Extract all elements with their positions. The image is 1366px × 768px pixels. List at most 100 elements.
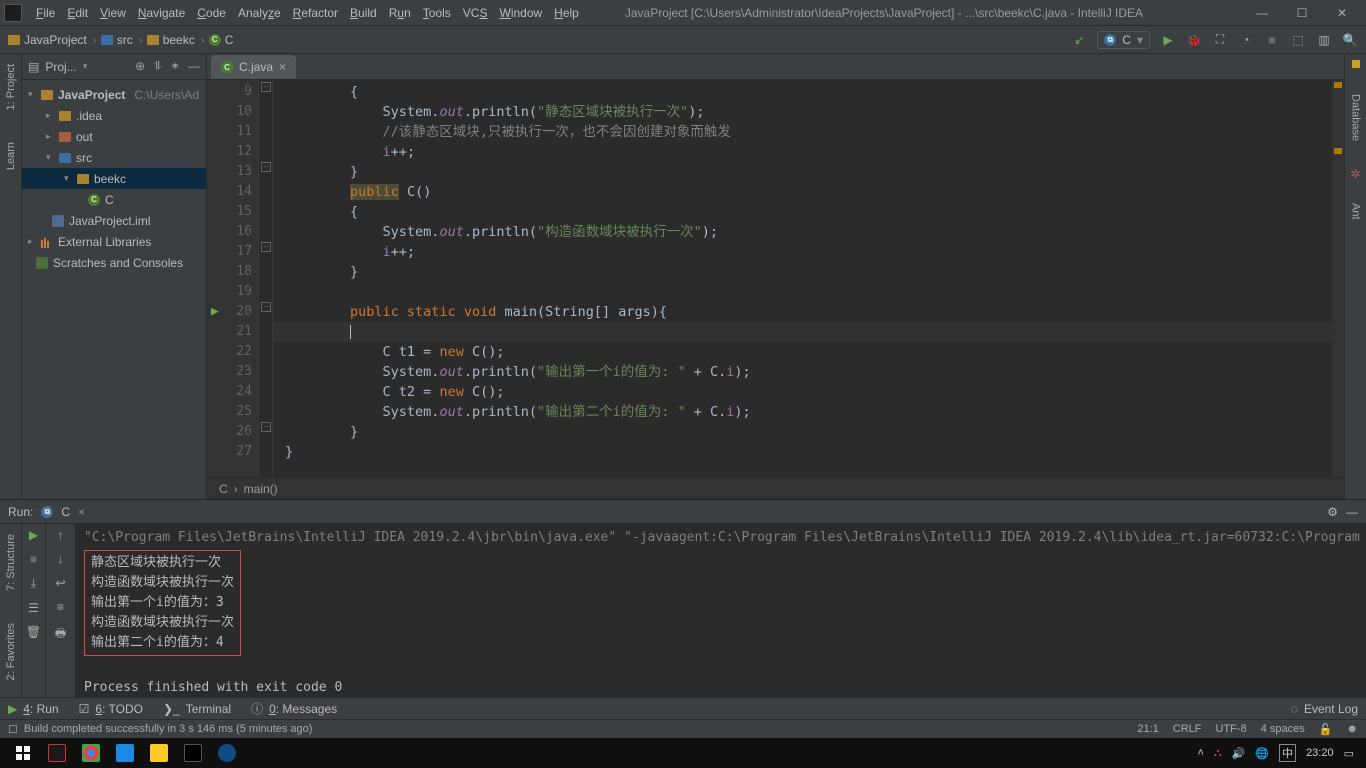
indent-setting[interactable]: 4 spaces: [1261, 723, 1305, 735]
print-icon[interactable]: 🖶: [55, 624, 66, 645]
menu-refactor[interactable]: Refactor: [287, 4, 344, 22]
build-icon[interactable]: ↙: [1071, 32, 1087, 48]
profile-button[interactable]: ◔: [1238, 32, 1254, 48]
tree-idea[interactable]: ▸.idea: [22, 105, 206, 126]
panel-select-icon[interactable]: ▤: [28, 60, 39, 74]
taskbar-chrome[interactable]: [74, 738, 108, 768]
coverage-button[interactable]: ⛶: [1212, 32, 1228, 48]
error-stripe[interactable]: [1332, 80, 1344, 477]
fold-toggle[interactable]: −: [261, 82, 271, 92]
search-everywhere-icon[interactable]: 🔍: [1342, 32, 1358, 48]
window-minimize-button[interactable]: —: [1242, 1, 1282, 25]
rail-structure[interactable]: 7: Structure: [5, 528, 17, 597]
database-icon[interactable]: [1352, 60, 1360, 68]
run-config-selector[interactable]: ⧉ C ▾: [1097, 31, 1150, 49]
dump-icon[interactable]: ☰: [28, 601, 39, 615]
debug-button[interactable]: 🐞: [1186, 32, 1202, 48]
up-icon[interactable]: ↑: [58, 528, 64, 542]
tray-clock[interactable]: 23:20: [1306, 747, 1334, 759]
crumb-class[interactable]: C: [219, 482, 228, 496]
rail-database[interactable]: Database: [1350, 88, 1362, 147]
tray-people-icon[interactable]: ⛬: [1214, 747, 1222, 760]
tray-notifications-icon[interactable]: ▭: [1344, 747, 1354, 760]
tree-root[interactable]: ▾JavaProjectC:\Users\Ad: [22, 84, 206, 105]
hector-icon[interactable]: ☻: [1346, 723, 1358, 735]
close-icon[interactable]: ×: [279, 60, 286, 74]
wrap-icon[interactable]: ↩: [55, 576, 65, 590]
menu-vcs[interactable]: VCS: [457, 4, 494, 22]
exit-icon[interactable]: ⤓: [31, 576, 36, 591]
taskbar-app2[interactable]: [210, 738, 244, 768]
fold-column[interactable]: − − − − −: [259, 80, 273, 477]
taskbar-intellij[interactable]: [176, 738, 210, 768]
menu-file[interactable]: File: [30, 4, 61, 22]
fold-toggle[interactable]: −: [261, 302, 271, 312]
tray-ime[interactable]: 中: [1279, 744, 1296, 762]
chevron-right-icon[interactable]: ▸: [28, 236, 36, 247]
chevron-right-icon[interactable]: ▸: [46, 131, 54, 142]
rail-learn[interactable]: Learn: [5, 136, 17, 176]
chevron-down-icon[interactable]: ▾: [83, 61, 88, 72]
chevron-down-icon[interactable]: ▾: [28, 89, 36, 100]
menu-navigate[interactable]: Navigate: [132, 4, 191, 22]
menu-window[interactable]: Window: [493, 4, 548, 22]
locate-icon[interactable]: ⊕: [135, 59, 145, 74]
hide-icon[interactable]: —: [1346, 505, 1358, 519]
breadcrumb-class[interactable]: CC: [209, 33, 234, 47]
menu-tools[interactable]: Tools: [417, 4, 457, 22]
warning-mark[interactable]: [1334, 82, 1342, 88]
editor-tab-c[interactable]: C C.java ×: [211, 55, 296, 79]
menu-edit[interactable]: Edit: [61, 4, 94, 22]
code-text[interactable]: { System.out.println("静态区域块被执行一次"); //该静…: [273, 80, 1332, 477]
tree-iml[interactable]: JavaProject.iml: [22, 210, 206, 231]
tree-beekc[interactable]: ▾beekc: [22, 168, 206, 189]
fold-toggle[interactable]: −: [261, 162, 271, 172]
tray-network-icon[interactable]: 🌐: [1255, 747, 1269, 760]
taskbar-explorer[interactable]: [142, 738, 176, 768]
menu-code[interactable]: Code: [191, 4, 232, 22]
caret-position[interactable]: 21:1: [1137, 723, 1158, 735]
rerun-icon[interactable]: ▶: [29, 528, 38, 542]
menu-help[interactable]: Help: [548, 4, 585, 22]
taskbar-app[interactable]: [40, 738, 74, 768]
run-gutter-icon[interactable]: ▶: [211, 302, 219, 322]
tree-external-libs[interactable]: ▸External Libraries: [22, 231, 206, 252]
trash-icon[interactable]: 🗑: [26, 625, 41, 639]
collapse-icon[interactable]: ⥮: [153, 59, 162, 74]
gear-icon[interactable]: ✶: [170, 59, 180, 74]
tool-event-log[interactable]: ◌Event Log: [1291, 702, 1358, 716]
tray-volume-icon[interactable]: 🔊: [1232, 747, 1246, 760]
rail-project[interactable]: 1: Project: [5, 58, 17, 116]
vcs-update-icon[interactable]: ⬚: [1290, 32, 1306, 48]
down-icon[interactable]: ↓: [58, 552, 64, 566]
close-icon[interactable]: ×: [78, 505, 85, 519]
warning-mark[interactable]: [1334, 148, 1342, 154]
menu-build[interactable]: Build: [344, 4, 383, 22]
console-output[interactable]: "C:\Program Files\JetBrains\IntelliJ IDE…: [76, 524, 1366, 697]
project-structure-icon[interactable]: ▥: [1316, 32, 1332, 48]
window-close-button[interactable]: ✕: [1322, 1, 1362, 25]
readonly-lock-icon[interactable]: 🔓: [1319, 723, 1333, 736]
menu-view[interactable]: View: [94, 4, 132, 22]
scroll-icon[interactable]: ≡: [57, 600, 64, 614]
tray-chevron-up-icon[interactable]: ˄: [1198, 747, 1204, 759]
file-encoding[interactable]: UTF-8: [1216, 723, 1247, 735]
ant-icon[interactable]: ✲: [1351, 167, 1361, 177]
project-panel-title[interactable]: Proj...: [45, 60, 76, 74]
chevron-down-icon[interactable]: ▾: [64, 173, 72, 184]
fold-toggle[interactable]: −: [261, 422, 271, 432]
chevron-down-icon[interactable]: ▾: [46, 152, 54, 163]
tool-messages[interactable]: ⓘ0: Messages: [251, 700, 337, 717]
rail-ant[interactable]: Ant: [1350, 197, 1362, 226]
taskbar-mail[interactable]: [108, 738, 142, 768]
project-tree[interactable]: ▾JavaProjectC:\Users\Ad ▸.idea ▸out ▾src…: [22, 80, 206, 277]
status-icon[interactable]: ☐: [8, 723, 18, 736]
chevron-right-icon[interactable]: ▸: [46, 110, 54, 121]
window-maximize-button[interactable]: ☐: [1282, 1, 1322, 25]
stop-button[interactable]: ■: [1264, 32, 1280, 48]
hide-icon[interactable]: —: [188, 59, 200, 74]
rail-favorites[interactable]: 2: Favorites: [5, 617, 17, 686]
tree-src[interactable]: ▾src: [22, 147, 206, 168]
line-gutter[interactable]: 9 10 11 12 13 14 15 16 17 18 19 ▶20 21 2…: [207, 80, 259, 477]
fold-toggle[interactable]: −: [261, 242, 271, 252]
